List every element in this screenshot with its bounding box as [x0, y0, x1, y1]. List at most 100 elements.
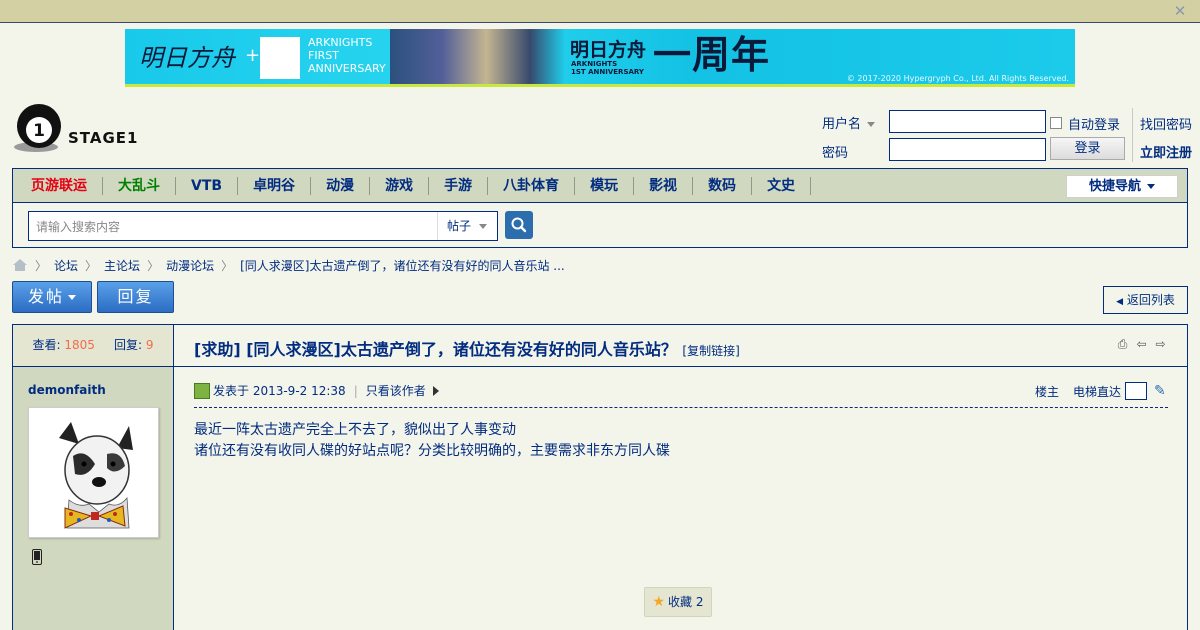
- nav-panel: 页游联运 大乱斗 VTB 卓明谷 动漫 游戏 手游 八卦体育 模玩 影视 数码 …: [12, 168, 1188, 248]
- new-post-label: 发帖: [27, 287, 64, 306]
- print-icon[interactable]: ⎙: [1116, 338, 1129, 351]
- nav-item-games[interactable]: 游戏: [370, 177, 430, 195]
- username-input[interactable]: [889, 110, 1046, 133]
- thread-title: [求助] [同人求漫区]太古遗产倒了，诸位还有没有好的同人音乐站？ [复制链接]: [194, 336, 740, 360]
- auto-login-label[interactable]: 自动登录: [1068, 114, 1120, 133]
- nav-item-anime[interactable]: 动漫: [311, 177, 371, 195]
- stage1-logo-icon: 1: [14, 104, 61, 152]
- banner-plus: +: [245, 45, 261, 66]
- post-line: 最近一阵太古遗产完全上不去了，貌似出了人事变动: [194, 422, 516, 438]
- breadcrumb: 〉 论坛 〉 主论坛 〉 动漫论坛 〉 [同人求漫区]太古遗产倒了，诸位还有没有…: [12, 256, 565, 274]
- quick-nav-button[interactable]: 快捷导航: [1066, 175, 1178, 198]
- meta-divider: |: [353, 383, 358, 398]
- breadcrumb-anime-forum[interactable]: 动漫论坛: [166, 257, 214, 274]
- thread-header: 查看: 1805 回复: 9 [求助] [同人求漫区]太古遗产倒了，诸位还有没有…: [13, 325, 1187, 367]
- breadcrumb-separator: 〉: [221, 258, 234, 273]
- banner-ak-text: ARKNIGHTS FIRST ANNIVERSARY: [308, 36, 386, 75]
- nav-item-digital[interactable]: 数码: [693, 177, 753, 195]
- banner-title-left: 明日方舟: [139, 44, 235, 72]
- avatar[interactable]: [28, 407, 159, 538]
- banner-characters-image: [390, 29, 565, 84]
- chevron-down-icon[interactable]: [867, 122, 876, 127]
- banner-sub-line2: 1ST ANNIVERSARY: [571, 68, 644, 76]
- back-to-list-button[interactable]: ◀ 返回列表: [1103, 286, 1188, 314]
- banner-title-mid: 明日方舟: [570, 39, 647, 61]
- only-author-link[interactable]: 只看该作者: [366, 382, 426, 399]
- banner-title-right: 一周年: [653, 33, 771, 77]
- find-password-link[interactable]: 找回密码: [1140, 114, 1192, 133]
- username-label-text: 用户名: [822, 117, 862, 132]
- site-name: STAGE1: [68, 129, 139, 147]
- close-icon[interactable]: ✕: [1172, 3, 1188, 19]
- thread-stats: 查看: 1805 回复: 9: [13, 325, 174, 366]
- thread-title-text: [求助] [同人求漫区]太古遗产倒了，诸位还有没有好的同人音乐站？: [194, 340, 677, 359]
- password-field[interactable]: [889, 138, 1046, 161]
- register-link[interactable]: 立即注册: [1140, 142, 1192, 161]
- search-icon: [511, 217, 527, 233]
- banner-copyright: © 2017-2020 Hypergryph Co., Ltd. All Rig…: [846, 74, 1069, 83]
- back-to-list-label: 返回列表: [1126, 293, 1175, 307]
- author-name[interactable]: demonfaith: [28, 383, 106, 397]
- nav-list: 页游联运 大乱斗 VTB 卓明谷 动漫 游戏 手游 八卦体育 模玩 影视 数码 …: [13, 169, 1187, 203]
- star-icon: ★: [652, 594, 666, 610]
- nav-item-gossip-sports[interactable]: 八卦体育: [488, 177, 576, 195]
- favorite-label: 收藏 2: [668, 595, 704, 609]
- elevator-input[interactable]: [1125, 382, 1148, 400]
- nav-item-zhuomingu[interactable]: 卓明谷: [238, 177, 312, 195]
- thread-post: 查看: 1805 回复: 9 [求助] [同人求漫区]太古遗产倒了，诸位还有没有…: [12, 324, 1188, 630]
- caret-left-icon: ◀: [1116, 297, 1124, 307]
- banner-subtitle-mid: ARKNIGHTS 1ST ANNIVERSARY: [571, 60, 644, 76]
- reply-button[interactable]: 回复: [97, 281, 174, 313]
- views-label: 查看:: [32, 338, 61, 352]
- chevron-down-icon: [68, 295, 76, 300]
- breadcrumb-thread[interactable]: [同人求漫区]太古遗产倒了，诸位还有没有好的同人音乐站 ...: [240, 257, 565, 274]
- author-online-icon: [194, 382, 210, 399]
- search-button[interactable]: [505, 211, 533, 239]
- auto-login-checkbox[interactable]: [1050, 117, 1062, 129]
- new-post-button[interactable]: 发帖: [12, 281, 92, 313]
- breadcrumb-main-forum[interactable]: 主论坛: [104, 257, 140, 274]
- floor-controls: 楼主 电梯直达 ✎: [1035, 382, 1166, 400]
- nav-item-vtb[interactable]: VTB: [176, 177, 239, 195]
- breadcrumb-separator: 〉: [85, 258, 98, 273]
- search-box[interactable]: 请输入搜索内容 帖子: [28, 211, 498, 241]
- favorite-button[interactable]: ★ 收藏 2: [644, 587, 712, 617]
- quick-nav-label: 快捷导航: [1088, 179, 1141, 194]
- banner-ak-line3: ANNIVERSARY: [308, 62, 386, 75]
- breadcrumb-forum[interactable]: 论坛: [54, 257, 78, 274]
- copy-link[interactable]: [复制链接]: [682, 344, 739, 358]
- nav-item-models[interactable]: 模玩: [575, 177, 635, 195]
- dog-avatar-image: [59, 422, 133, 529]
- nav-item-history[interactable]: 文史: [752, 177, 812, 195]
- nav-item-mobile-games[interactable]: 手游: [429, 177, 489, 195]
- elevator-label: 电梯直达: [1073, 384, 1122, 399]
- search-type-select[interactable]: 帖子: [437, 212, 497, 240]
- anniversary-banner[interactable]: 明日方舟 + ARKNIGHTS FIRST ANNIVERSARY 明日方舟 …: [125, 29, 1075, 87]
- login-divider: [1132, 108, 1133, 162]
- mobile-phone-icon: [32, 549, 42, 565]
- banner-ak-line1: ARKNIGHTS: [308, 36, 373, 49]
- replies-count: 9: [145, 338, 154, 352]
- nav-item-yeyou[interactable]: 页游联运: [16, 177, 103, 195]
- site-logo[interactable]: 1 STAGE1: [12, 103, 152, 153]
- post-meta: 发表于 2013-9-2 12:38 | 只看该作者: [194, 382, 439, 399]
- caret-right-icon: [432, 385, 439, 396]
- login-button[interactable]: 登录: [1050, 137, 1125, 160]
- replies-label: 回复:: [113, 338, 143, 352]
- search-type-label: 帖子: [447, 219, 472, 233]
- breadcrumb-separator: 〉: [35, 258, 48, 273]
- nav-item-daluandou[interactable]: 大乱斗: [103, 177, 176, 195]
- chevron-down-icon: [479, 224, 488, 229]
- home-icon[interactable]: [12, 258, 28, 272]
- svg-text:1: 1: [33, 121, 45, 141]
- banner-ak-line2: FIRST: [308, 49, 339, 62]
- breadcrumb-separator: 〉: [147, 258, 160, 273]
- search-input[interactable]: 请输入搜索内容: [36, 218, 120, 235]
- nav-item-film[interactable]: 影视: [634, 177, 694, 195]
- main-nav: 页游联运 大乱斗 VTB 卓明谷 动漫 游戏 手游 八卦体育 模玩 影视 数码 …: [13, 169, 1187, 203]
- wrench-icon[interactable]: ✎: [1154, 383, 1166, 399]
- prev-thread-icon[interactable]: ⇦: [1135, 338, 1148, 351]
- chevron-down-icon: [1147, 184, 1155, 189]
- next-thread-icon[interactable]: ⇨: [1154, 338, 1167, 351]
- floor-label: 楼主: [1035, 384, 1060, 399]
